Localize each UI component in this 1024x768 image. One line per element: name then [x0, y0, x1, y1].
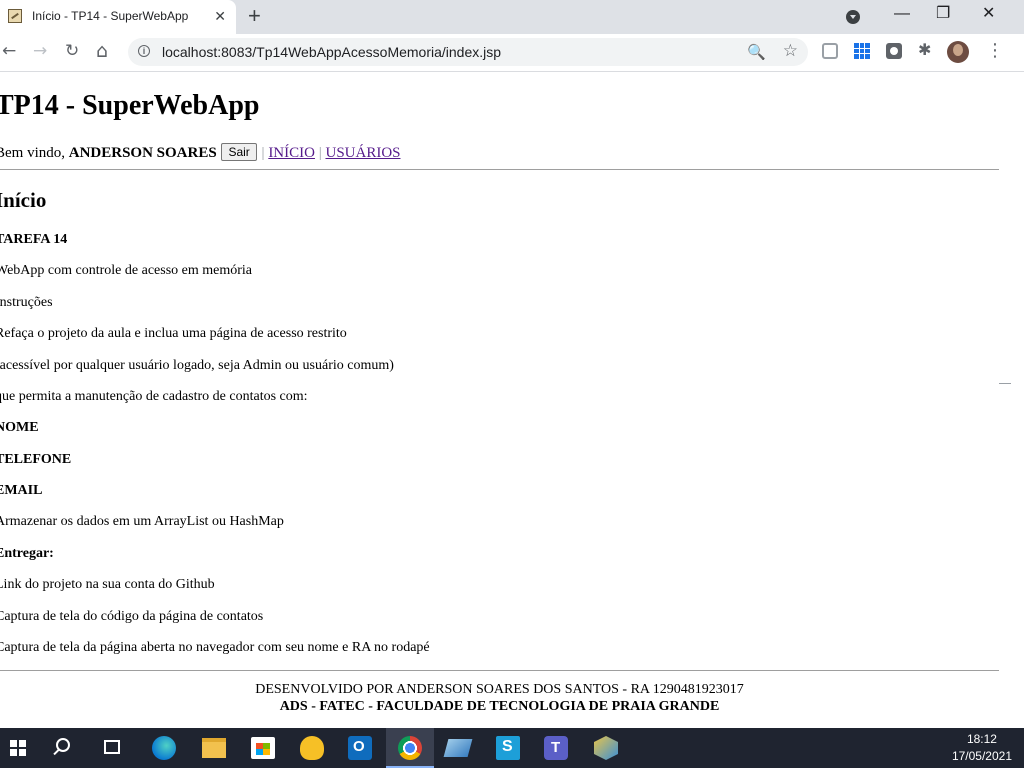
- start-icon[interactable]: [10, 740, 26, 756]
- system-clock[interactable]: 18:12 17/05/2021: [952, 731, 1012, 765]
- content-line: Link do projeto na sua conta do Github: [0, 577, 215, 592]
- user-bar: Bem vindo, ANDERSON SOARES Sair | INÍCIO…: [0, 143, 401, 162]
- edge-icon[interactable]: [152, 736, 176, 760]
- url-text[interactable]: localhost:8083/Tp14WebAppAcessoMemoria/i…: [162, 44, 501, 60]
- content-line: que permita a manutenção de cadastro de …: [0, 389, 308, 404]
- close-tab-icon[interactable]: ✕: [214, 8, 226, 24]
- footer-credit: DESENVOLVIDO POR ANDERSON SOARES DOS SAN…: [255, 682, 744, 697]
- user-name: ANDERSON SOARES: [68, 145, 217, 161]
- separator: |: [261, 145, 265, 161]
- page-title: TP14 - SuperWebApp: [0, 90, 260, 121]
- maximize-button[interactable]: ❐: [936, 4, 950, 24]
- content-line: NOME: [0, 420, 39, 435]
- scroll-marker: [999, 383, 1011, 384]
- app-icon[interactable]: [443, 739, 473, 757]
- close-window-button[interactable]: ✕: [982, 4, 995, 24]
- content-line: Captura de tela do código da página de c…: [0, 609, 264, 624]
- page-favicon-icon: [8, 9, 22, 23]
- content-line: TAREFA 14: [0, 232, 68, 247]
- clock-time: 18:12: [966, 732, 997, 746]
- app-icon[interactable]: [594, 736, 618, 760]
- record-extension-icon[interactable]: [886, 43, 902, 59]
- browser-toolbar: ← → ↻ ⌂ i localhost:8083/Tp14WebAppAcess…: [0, 34, 1024, 72]
- address-bar[interactable]: i localhost:8083/Tp14WebAppAcessoMemoria…: [128, 38, 808, 66]
- sql-icon[interactable]: [496, 736, 520, 760]
- extension-icon[interactable]: [822, 43, 838, 59]
- keep-icon[interactable]: [300, 736, 324, 760]
- nav-link-usuarios[interactable]: USUÁRIOS: [325, 145, 400, 161]
- divider: [0, 169, 999, 170]
- nav-link-inicio[interactable]: INÍCIO: [268, 145, 315, 161]
- clock-date: 17/05/2021: [951, 749, 1012, 763]
- content-line: WebApp com controle de acesso em memória: [0, 263, 253, 278]
- task-view-icon[interactable]: [104, 740, 120, 754]
- reload-button[interactable]: ↻: [65, 41, 79, 61]
- content-line: (acessível por qualquer usuário logado, …: [0, 358, 394, 373]
- content-line: TELEFONE: [0, 452, 72, 467]
- separator: |: [318, 145, 322, 161]
- search-icon[interactable]: [56, 738, 70, 752]
- profile-avatar[interactable]: [947, 41, 969, 63]
- file-explorer-icon[interactable]: [202, 738, 226, 758]
- tab-strip: Início - TP14 - SuperWebApp ✕ + — ❐ ✕: [0, 0, 1024, 34]
- logout-button[interactable]: Sair: [221, 143, 257, 161]
- bookmark-star-icon[interactable]: ☆: [783, 41, 798, 61]
- footer: DESENVOLVIDO POR ANDERSON SOARES DOS SAN…: [0, 681, 999, 715]
- tab-search-icon[interactable]: [846, 10, 860, 24]
- section-title: Início: [0, 188, 47, 212]
- browser-tab[interactable]: Início - TP14 - SuperWebApp ✕: [0, 0, 236, 34]
- content-line: Armazenar os dados em um ArrayList ou Ha…: [0, 514, 284, 529]
- divider: [0, 670, 999, 671]
- site-info-icon[interactable]: i: [138, 45, 150, 57]
- minimize-button[interactable]: —: [894, 4, 910, 24]
- new-tab-button[interactable]: +: [248, 5, 261, 27]
- welcome-text: Bem vindo,: [0, 145, 65, 161]
- store-icon[interactable]: [251, 737, 275, 759]
- extensions-puzzle-icon[interactable]: ✱: [918, 40, 934, 59]
- chrome-icon[interactable]: [398, 736, 422, 760]
- grid-extension-icon[interactable]: [854, 43, 870, 59]
- page-content: TP14 - SuperWebApp Bem vindo, ANDERSON S…: [0, 72, 1024, 728]
- content-line: EMAIL: [0, 483, 43, 498]
- browser-menu-icon[interactable]: ⋮: [986, 41, 1004, 61]
- footer-institution: ADS - FATEC - FACULDADE DE TECNOLOGIA DE…: [279, 699, 720, 714]
- tab-title: Início - TP14 - SuperWebApp: [32, 9, 189, 23]
- home-button[interactable]: ⌂: [96, 41, 108, 61]
- teams-icon[interactable]: [544, 736, 568, 760]
- zoom-icon[interactable]: 🔍: [747, 43, 766, 61]
- forward-button[interactable]: →: [33, 41, 47, 61]
- back-button[interactable]: ←: [2, 41, 16, 61]
- taskbar: 18:12 17/05/2021: [0, 728, 1024, 768]
- content-line: Entregar:: [0, 546, 54, 561]
- content-line: Captura de tela da página aberta no nave…: [0, 640, 430, 655]
- outlook-icon[interactable]: [348, 736, 372, 760]
- content-line: Instruções: [0, 295, 53, 310]
- content-line: Refaça o projeto da aula e inclua uma pá…: [0, 326, 347, 341]
